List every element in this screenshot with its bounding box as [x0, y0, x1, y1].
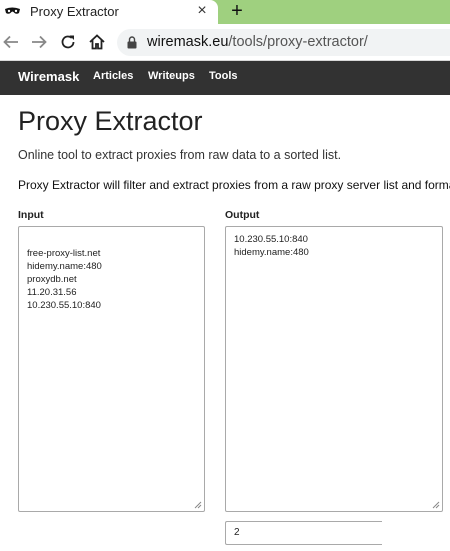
browser-tabstrip: Proxy Extractor × +: [0, 0, 450, 24]
output-label: Output: [225, 209, 260, 221]
mask-favicon-icon: [5, 7, 20, 14]
nav-link-articles[interactable]: Articles: [93, 70, 133, 82]
input-line: hidemy.name:480: [27, 261, 102, 272]
tab-title: Proxy Extractor: [30, 4, 119, 19]
resize-handle-icon[interactable]: [194, 501, 202, 509]
page-subtitle: Online tool to extract proxies from raw …: [18, 148, 342, 162]
input-label: Input: [18, 209, 44, 221]
url-host: wiremask.eu: [147, 34, 229, 50]
input-textarea[interactable]: free-proxy-list.net hidemy.name:480 prox…: [18, 226, 205, 512]
reload-icon[interactable]: [59, 33, 77, 51]
resize-handle-icon[interactable]: [432, 501, 440, 509]
tab-close-icon[interactable]: ×: [194, 2, 210, 20]
input-line: proxydb.net: [27, 274, 77, 285]
output-textarea[interactable]: 10.230.55.10:840 hidemy.name:480: [225, 226, 443, 512]
output-line: hidemy.name:480: [234, 247, 309, 258]
browser-tab[interactable]: Proxy Extractor ×: [0, 0, 218, 24]
address-bar[interactable]: wiremask.eu/tools/proxy-extractor/: [117, 29, 450, 56]
input-line: 11.20.31.56: [27, 287, 77, 298]
lock-icon: [127, 36, 137, 49]
input-line: 10.230.55.10:840: [27, 300, 101, 311]
nav-link-tools[interactable]: Tools: [209, 70, 238, 82]
browser-toolbar: wiremask.eu/tools/proxy-extractor/: [0, 24, 450, 61]
new-tab-icon[interactable]: +: [229, 1, 245, 21]
site-nav: Wiremask Articles Writeups Tools: [0, 61, 450, 95]
input-line: free-proxy-list.net: [27, 248, 101, 259]
back-arrow-icon[interactable]: [2, 33, 20, 51]
output-line: 10.230.55.10:840: [234, 234, 308, 245]
proxy-count-field[interactable]: 2: [225, 521, 382, 545]
home-icon[interactable]: [88, 33, 106, 51]
site-logo[interactable]: Wiremask: [18, 69, 79, 84]
url-text: wiremask.eu/tools/proxy-extractor/: [147, 34, 368, 50]
intro-text: Proxy Extractor will filter and extract …: [18, 178, 450, 192]
url-path: /tools/proxy-extractor/: [228, 34, 368, 50]
nav-link-writeups[interactable]: Writeups: [148, 70, 195, 82]
forward-arrow-icon[interactable]: [30, 33, 48, 51]
page-title: Proxy Extractor: [18, 106, 203, 136]
